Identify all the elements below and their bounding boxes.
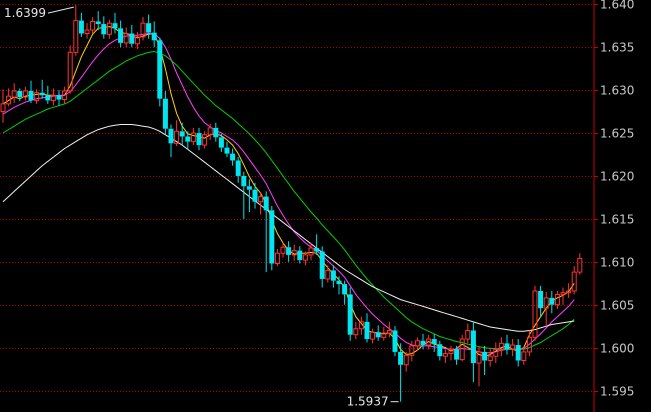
tick-label: 1.595 [600,385,634,399]
tick-label: 1.630 [600,84,634,98]
candle-body [45,95,51,101]
candle-body [101,24,107,35]
candle-body [454,349,460,360]
candle-body [319,251,325,279]
candle-body [420,340,426,346]
candle-body [482,351,488,361]
candle-down [392,326,398,357]
candle-down [157,37,163,107]
candle-body [504,343,510,350]
tick-label: 1.615 [600,213,634,227]
candle-body [17,90,23,97]
tick-label: 1.625 [600,127,634,141]
candle-body [286,247,292,255]
candle-body [392,330,398,352]
tick-label: 1.640 [600,0,634,12]
candle-body [375,332,381,338]
candle-body [330,270,336,281]
candle-body [146,23,152,33]
candle-body [297,250,303,261]
candle-body [252,189,258,202]
min-price-label: 1.5937 [347,395,389,409]
candle-body [224,147,230,154]
tick-label: 1.610 [600,256,634,270]
candle-body [538,290,544,309]
candle-body [56,95,62,100]
candle-body [241,175,247,187]
candle-body [342,284,348,295]
tick-label: 1.605 [600,299,634,313]
max-price-label: 1.6399 [4,6,46,20]
candle-body [39,92,45,96]
candle-body [549,297,555,305]
candle-body [213,127,219,138]
candle-body [218,137,224,148]
candle-body [179,131,185,137]
candle-body [162,98,168,129]
candle-down [347,287,353,341]
chart-background [0,0,651,412]
candle-body [263,196,269,211]
candle-body [347,294,353,335]
candle-body [168,128,174,144]
tick-label: 1.620 [600,170,634,184]
candle-body [151,32,157,41]
candle-body [470,330,476,364]
candle-body [336,280,342,285]
candle-body [28,90,34,101]
tick-label: 1.635 [600,41,634,55]
candle-body [364,321,370,340]
candle-body [437,344,443,357]
candle-body [230,153,236,161]
candle-body [78,20,84,34]
candle-body [515,345,521,361]
candle-body [95,21,101,25]
candle-body [196,133,202,146]
candle-body [398,351,404,365]
candle-body [246,186,252,190]
candle-body [269,210,275,264]
candle-body [185,136,191,142]
candle-body [112,23,118,29]
candle-body [118,28,124,43]
candle-body [314,248,320,252]
candle-body [431,339,437,345]
candle-body [235,160,241,176]
tick-label: 1.600 [600,342,634,356]
candle-body [129,33,135,44]
candle-body [157,40,163,99]
candlestick-chart: 1.640 1.635 1.630 1.625 1.620 1.615 1.610 1.605… [0,0,651,412]
candle-down [269,206,275,271]
